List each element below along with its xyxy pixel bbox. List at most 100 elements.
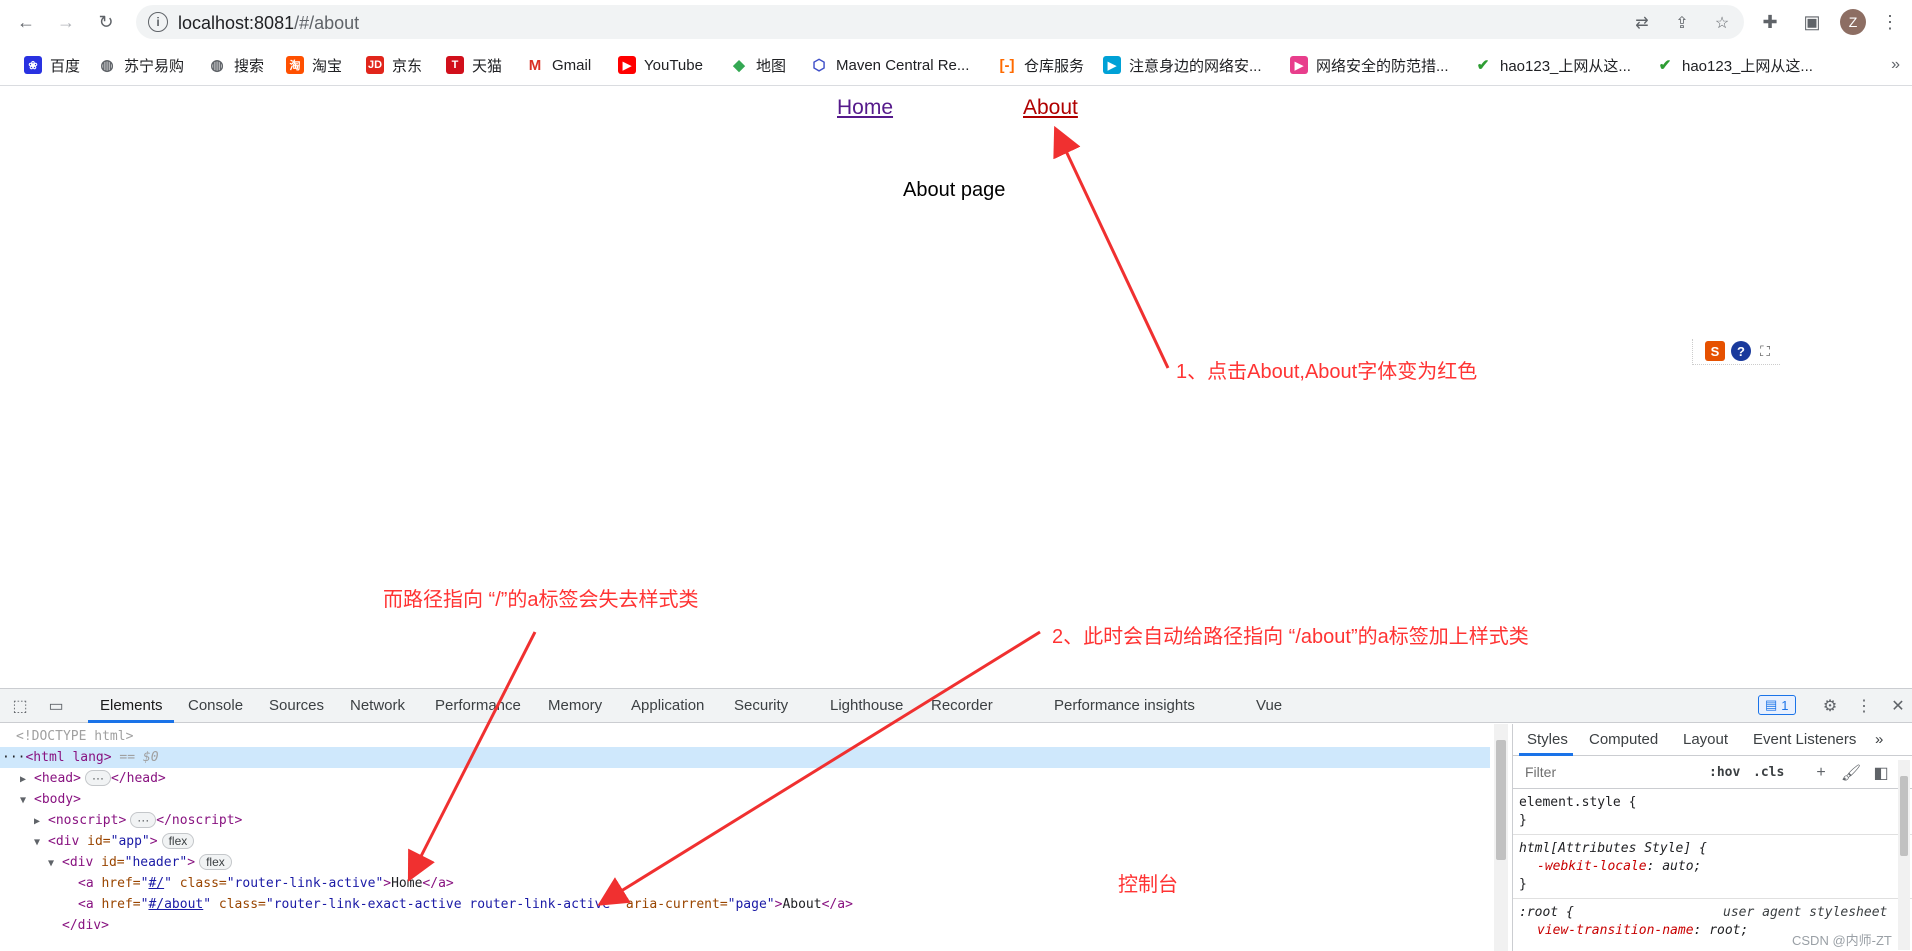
toggle-sidebar-icon[interactable]: ◧ bbox=[1871, 763, 1891, 783]
bookmark-item[interactable]: ▶ 注意身边的网络安... bbox=[1103, 54, 1262, 76]
close-devtools-icon[interactable]: ✕ bbox=[1888, 696, 1908, 716]
maps-icon: ◆ bbox=[733, 57, 745, 74]
bookmark-label: 京东 bbox=[392, 57, 423, 75]
back-arrow-icon[interactable]: ← bbox=[12, 8, 40, 36]
bookmark-item[interactable]: ❀ 百度 bbox=[24, 54, 80, 76]
bookmark-item[interactable]: ⬡ Maven Central Re... bbox=[810, 54, 969, 76]
tab-console[interactable]: Console bbox=[188, 697, 243, 714]
collapse-triangle-icon[interactable]: ▼ bbox=[48, 853, 62, 874]
bookmark-item[interactable]: ▶ 网络安全的防范措... bbox=[1290, 54, 1449, 76]
css-value[interactable]: : root; bbox=[1694, 923, 1749, 938]
class-home-value: "router-link-active" bbox=[226, 876, 384, 891]
profile-avatar[interactable]: Z bbox=[1840, 9, 1866, 35]
new-rule-plus-icon[interactable]: + bbox=[1811, 763, 1831, 783]
tab-application[interactable]: Application bbox=[631, 697, 704, 714]
inspect-element-icon[interactable]: ⬚ bbox=[10, 696, 30, 716]
scrollbar-thumb[interactable] bbox=[1900, 776, 1908, 856]
home-link[interactable]: Home bbox=[837, 96, 893, 120]
dom-div-close[interactable]: </div> bbox=[62, 915, 109, 936]
tab-sources[interactable]: Sources bbox=[269, 697, 324, 714]
styles-filter-input[interactable]: Filter bbox=[1519, 761, 1689, 783]
bookmark-star-icon[interactable]: ☆ bbox=[1712, 13, 1732, 33]
tab-memory[interactable]: Memory bbox=[548, 697, 602, 714]
bookmark-item[interactable]: JD 京东 bbox=[366, 54, 422, 76]
collapsed-pill[interactable]: ··· bbox=[84, 770, 111, 786]
address-bar[interactable]: i localhost:8081/#/about ⇄ ⇪ ☆ bbox=[136, 5, 1744, 39]
styles-tab-styles[interactable]: Styles bbox=[1527, 731, 1568, 748]
bookmark-item[interactable]: T 天猫 bbox=[446, 54, 502, 76]
devtools-menu-icon[interactable]: ⋮ bbox=[1854, 696, 1874, 716]
rule-close: } bbox=[1519, 877, 1527, 892]
html-attributes-rule[interactable]: html[Attributes Style] { -webkit-locale:… bbox=[1519, 840, 1707, 894]
dom-header-div[interactable]: ▼ <div id="header"> flex bbox=[48, 852, 232, 873]
css-property[interactable]: view-transition-name bbox=[1537, 923, 1694, 938]
tab-security[interactable]: Security bbox=[734, 697, 788, 714]
rule-origin[interactable]: user agent stylesheet bbox=[1723, 904, 1887, 922]
collapsed-pill[interactable]: ··· bbox=[130, 812, 157, 828]
styles-tab-event-listeners[interactable]: Event Listeners bbox=[1753, 731, 1856, 748]
bookmarks-more-button[interactable]: » bbox=[1891, 56, 1900, 74]
flex-badge[interactable]: flex bbox=[161, 833, 195, 849]
paint-brush-icon[interactable]: 🖌 bbox=[1841, 763, 1861, 783]
bookmark-item[interactable]: ✔ hao123_上网从这... bbox=[1474, 54, 1631, 76]
tab-network[interactable]: Network bbox=[350, 697, 405, 714]
styles-tab-layout[interactable]: Layout bbox=[1683, 731, 1728, 748]
tab-elements[interactable]: Elements bbox=[100, 697, 163, 714]
bookmark-item[interactable]: ◍ 苏宁易购 bbox=[98, 54, 184, 76]
expand-icon[interactable]: ⛶ bbox=[1757, 341, 1773, 361]
bookmark-item[interactable]: ◍ 搜索 bbox=[208, 54, 264, 76]
dom-noscript-node[interactable]: ▶ <noscript> ··· </noscript> bbox=[34, 810, 242, 831]
tab-vue[interactable]: Vue bbox=[1256, 697, 1282, 714]
rule-selector: html[Attributes Style] { bbox=[1519, 841, 1707, 856]
expand-triangle-icon[interactable]: ▶ bbox=[20, 769, 34, 790]
dom-app-div[interactable]: ▼ <div id="app"> flex bbox=[34, 831, 195, 853]
class-toggle[interactable]: .cls bbox=[1753, 765, 1784, 780]
bookmark-item[interactable]: [-] 仓库服务 bbox=[998, 54, 1085, 76]
forward-arrow-icon[interactable]: → bbox=[52, 8, 80, 36]
bookmark-item[interactable]: ◆ 地图 bbox=[730, 54, 786, 76]
styles-tab-computed[interactable]: Computed bbox=[1589, 731, 1658, 748]
collapse-triangle-icon[interactable]: ▼ bbox=[20, 790, 34, 811]
tab-lighthouse[interactable]: Lighthouse bbox=[830, 697, 903, 714]
href-home-link[interactable]: #/ bbox=[148, 876, 164, 891]
dom-head-node[interactable]: ▶ <head> ··· </head> bbox=[20, 768, 166, 789]
bookmark-item[interactable]: 淘淘宝 bbox=[286, 54, 342, 76]
hover-state-toggle[interactable]: :hov bbox=[1709, 765, 1740, 780]
css-property[interactable]: -webkit-locale bbox=[1537, 859, 1647, 874]
collapse-triangle-icon[interactable]: ▼ bbox=[34, 832, 48, 853]
translate-icon[interactable]: ⇄ bbox=[1632, 13, 1652, 33]
flex-badge[interactable]: flex bbox=[199, 854, 232, 870]
dom-html-node[interactable]: ···<html lang> == $0 bbox=[0, 747, 1490, 768]
device-toolbar-icon[interactable]: ▭ bbox=[46, 696, 66, 716]
tab-performance[interactable]: Performance bbox=[435, 697, 521, 714]
share-icon[interactable]: ⇪ bbox=[1672, 13, 1692, 33]
css-value[interactable]: : auto; bbox=[1647, 859, 1702, 874]
browser-menu-icon[interactable]: ⋮ bbox=[1878, 10, 1902, 34]
dom-home-anchor[interactable]: <a href="#/" class="router-link-active">… bbox=[78, 873, 454, 894]
bookmark-item[interactable]: ✔ hao123_上网从这... bbox=[1656, 54, 1813, 76]
about-link[interactable]: About bbox=[1023, 96, 1078, 120]
element-style-rule[interactable]: element.style { } bbox=[1519, 794, 1636, 830]
help-icon[interactable]: ? bbox=[1731, 341, 1751, 361]
reload-icon[interactable]: ↻ bbox=[92, 8, 120, 36]
expand-triangle-icon[interactable]: ▶ bbox=[34, 811, 48, 832]
bookmark-item[interactable]: M Gmail bbox=[526, 54, 591, 76]
tab-recorder[interactable]: Recorder bbox=[931, 697, 993, 714]
elements-scrollbar[interactable] bbox=[1494, 724, 1508, 951]
site-info-icon[interactable]: i bbox=[148, 12, 168, 32]
tab-performance-insights[interactable]: Performance insights bbox=[1054, 697, 1195, 714]
side-panel-icon[interactable]: ▣ bbox=[1800, 10, 1824, 34]
extensions-puzzle-icon[interactable]: ✚ bbox=[1758, 10, 1782, 34]
bookmark-item[interactable]: ▶ YouTube bbox=[618, 54, 703, 76]
dom-body-node[interactable]: ▼ <body> bbox=[20, 789, 81, 810]
settings-gear-icon[interactable]: ⚙ bbox=[1820, 696, 1840, 716]
dom-about-anchor[interactable]: <a href="#/about" class="router-link-exa… bbox=[78, 894, 853, 915]
dom-doctype[interactable]: <!DOCTYPE html> bbox=[16, 726, 133, 747]
styles-scrollbar[interactable] bbox=[1898, 760, 1910, 950]
scrollbar-thumb[interactable] bbox=[1496, 740, 1506, 860]
more-tabs-chevron-icon[interactable]: » bbox=[1875, 731, 1883, 748]
sogou-s-icon[interactable]: S bbox=[1705, 341, 1725, 361]
href-about-link[interactable]: #/about bbox=[148, 897, 203, 912]
url-text[interactable]: localhost:8081/#/about bbox=[178, 13, 359, 34]
issues-badge[interactable]: ▤ 1 bbox=[1758, 695, 1796, 715]
